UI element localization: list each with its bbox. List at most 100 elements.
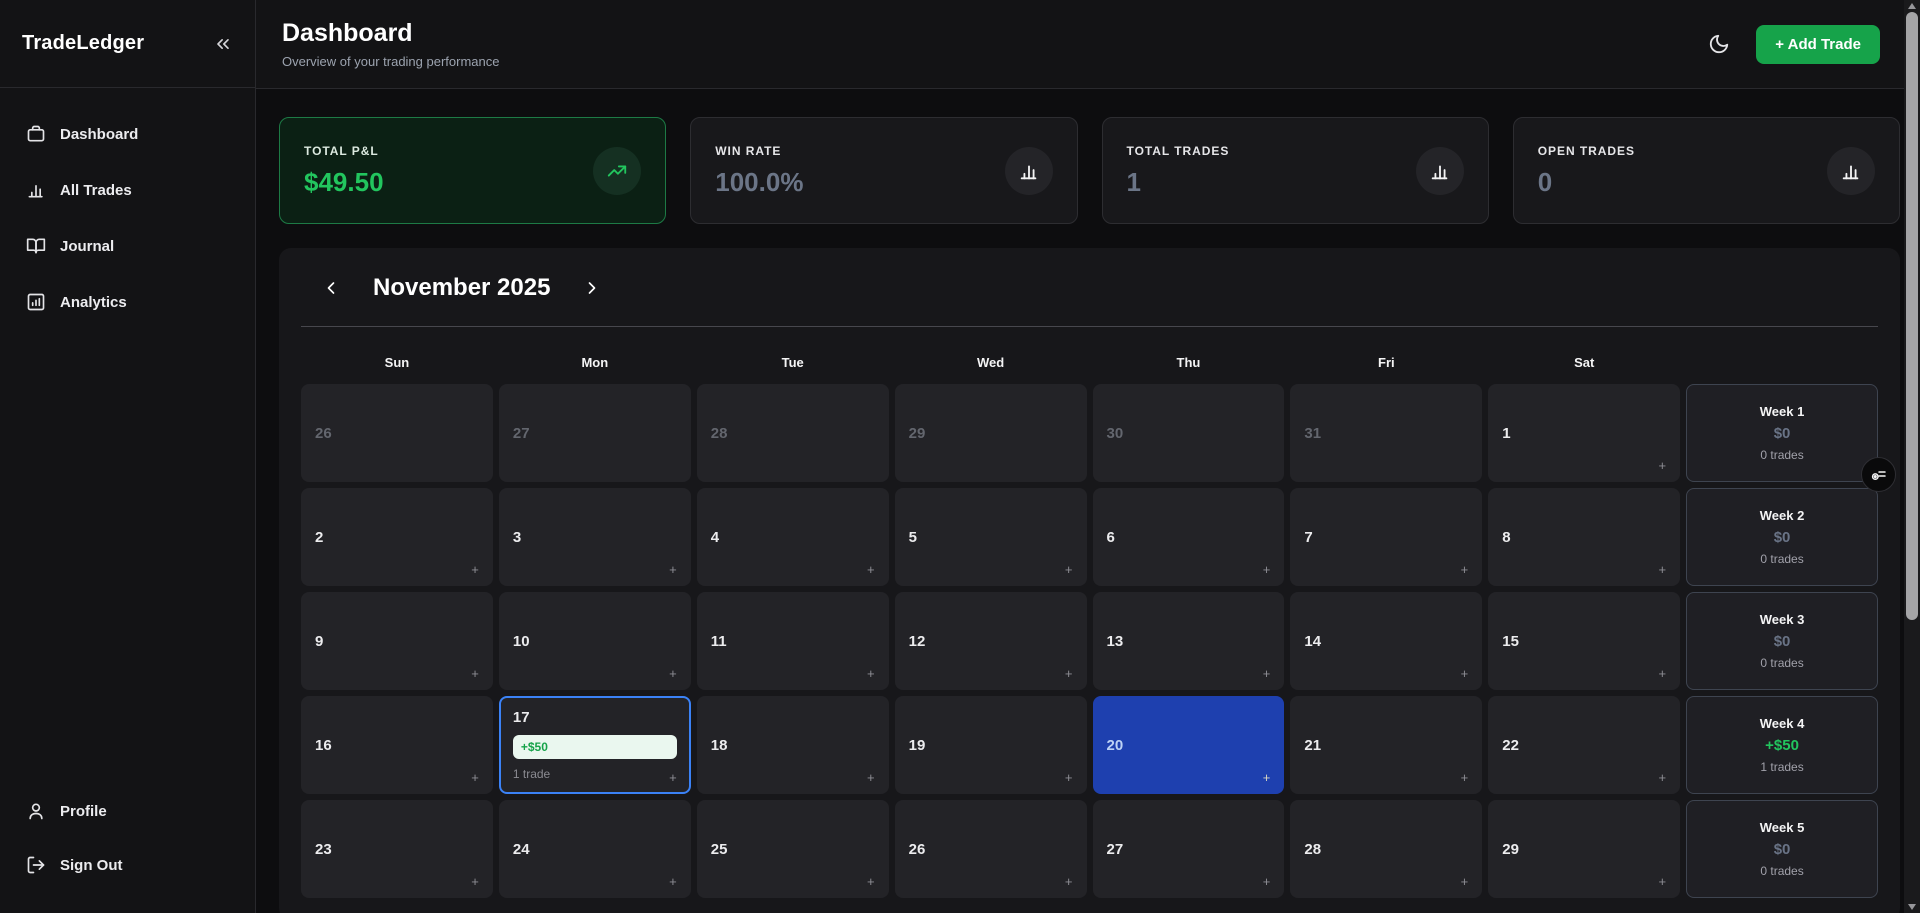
- calendar-day-20[interactable]: 20+: [1093, 696, 1285, 794]
- day-number: 16: [315, 737, 479, 754]
- add-trade-plus-icon[interactable]: +: [1263, 874, 1271, 889]
- add-trade-plus-icon[interactable]: +: [471, 562, 479, 577]
- calendar-week-row: 2627282930311+Week 1$00 trades: [301, 384, 1878, 482]
- add-trade-plus-icon[interactable]: +: [867, 666, 875, 681]
- calendar-day-6[interactable]: 6+: [1093, 488, 1285, 586]
- calendar-day-1[interactable]: 1+: [1488, 384, 1680, 482]
- sidebar-item-label: Sign Out: [60, 857, 123, 874]
- prev-month-button[interactable]: [317, 274, 345, 302]
- calendar-day-8[interactable]: 8+: [1488, 488, 1680, 586]
- add-trade-button[interactable]: + Add Trade: [1756, 25, 1880, 64]
- calendar-day-26-outside[interactable]: 26: [301, 384, 493, 482]
- add-trade-plus-icon[interactable]: +: [669, 770, 677, 785]
- add-trade-plus-icon[interactable]: +: [867, 874, 875, 889]
- calendar-day-22[interactable]: 22+: [1488, 696, 1680, 794]
- add-trade-plus-icon[interactable]: +: [669, 562, 677, 577]
- add-trade-plus-icon[interactable]: +: [1659, 770, 1667, 785]
- add-trade-plus-icon[interactable]: +: [669, 666, 677, 681]
- calendar-day-16[interactable]: 16 +: [301, 696, 493, 794]
- add-trade-plus-icon[interactable]: +: [1065, 666, 1073, 681]
- add-trade-plus-icon[interactable]: +: [1461, 666, 1469, 681]
- floating-widget-button[interactable]: [1861, 457, 1896, 492]
- calendar-day-12[interactable]: 12+: [895, 592, 1087, 690]
- add-trade-plus-icon[interactable]: +: [1659, 458, 1667, 473]
- sidebar-item-journal[interactable]: Journal: [12, 224, 243, 268]
- calendar-day-11[interactable]: 11+: [697, 592, 889, 690]
- sidebar-header: TradeLedger: [0, 0, 255, 88]
- theme-toggle-button[interactable]: [1708, 33, 1730, 55]
- add-trade-plus-icon[interactable]: +: [669, 874, 677, 889]
- calendar-day-10[interactable]: 10 +: [499, 592, 691, 690]
- scroll-down-arrow-icon[interactable]: [1908, 904, 1916, 910]
- add-trade-plus-icon[interactable]: +: [471, 770, 479, 785]
- calendar-day-24[interactable]: 24+: [499, 800, 691, 898]
- calendar-day-26[interactable]: 26+: [895, 800, 1087, 898]
- add-trade-plus-icon[interactable]: +: [471, 874, 479, 889]
- weekday-label: Mon: [499, 355, 691, 370]
- add-trade-plus-icon[interactable]: +: [1659, 666, 1667, 681]
- add-trade-plus-icon[interactable]: +: [1065, 562, 1073, 577]
- calendar-day-19[interactable]: 19 +: [895, 696, 1087, 794]
- add-trade-plus-icon[interactable]: +: [1659, 562, 1667, 577]
- calendar-day-13[interactable]: 13+: [1093, 592, 1285, 690]
- day-number: 27: [513, 425, 677, 442]
- calendar-day-14[interactable]: 14+: [1290, 592, 1482, 690]
- add-trade-plus-icon[interactable]: +: [1461, 562, 1469, 577]
- calendar-day-2[interactable]: 2+: [301, 488, 493, 586]
- add-trade-plus-icon[interactable]: +: [1065, 770, 1073, 785]
- week-summary-trades: 0 trades: [1760, 552, 1803, 566]
- next-month-button[interactable]: [578, 274, 606, 302]
- week-summary-trades: 0 trades: [1760, 448, 1803, 462]
- calendar-month-label: November 2025: [373, 274, 550, 302]
- calendar-day-5[interactable]: 5+: [895, 488, 1087, 586]
- calendar-day-18[interactable]: 18+: [697, 696, 889, 794]
- add-trade-plus-icon[interactable]: +: [1263, 562, 1271, 577]
- collapse-sidebar-button[interactable]: [213, 34, 233, 54]
- day-number: 10: [513, 633, 677, 650]
- calendar-day-17[interactable]: 17+$501 trade+: [499, 696, 691, 794]
- day-number: 19: [909, 737, 1073, 754]
- calendar-day-21[interactable]: 21+: [1290, 696, 1482, 794]
- week-summary-trades: 1 trades: [1760, 760, 1803, 774]
- sidebar-item-analytics[interactable]: Analytics: [12, 280, 243, 324]
- day-number: 2: [315, 529, 479, 546]
- scroll-up-arrow-icon[interactable]: [1908, 3, 1916, 9]
- calendar-day-25[interactable]: 25+: [697, 800, 889, 898]
- calendar-day-30-outside[interactable]: 30: [1093, 384, 1285, 482]
- scrollbar[interactable]: [1904, 0, 1920, 913]
- calendar-day-7[interactable]: 7+: [1290, 488, 1482, 586]
- add-trade-plus-icon[interactable]: +: [471, 666, 479, 681]
- stat-value: 0: [1538, 167, 1635, 198]
- sidebar-item-all-trades[interactable]: All Trades: [12, 168, 243, 212]
- sidebar-item-dashboard[interactable]: Dashboard: [12, 112, 243, 156]
- calendar-day-4[interactable]: 4+: [697, 488, 889, 586]
- add-trade-plus-icon[interactable]: +: [1263, 770, 1271, 785]
- scrollbar-thumb[interactable]: [1906, 12, 1918, 620]
- sidebar-item-profile[interactable]: Profile: [12, 789, 243, 833]
- calendar-day-29[interactable]: 29+: [1488, 800, 1680, 898]
- calendar-day-23[interactable]: 23+: [301, 800, 493, 898]
- bar-chart-icon: [1827, 147, 1875, 195]
- sign-out-icon: [26, 855, 46, 875]
- add-trade-plus-icon[interactable]: +: [1065, 874, 1073, 889]
- sidebar-item-sign-out[interactable]: Sign Out: [12, 843, 243, 887]
- calendar-day-28-outside[interactable]: 28: [697, 384, 889, 482]
- calendar-day-15[interactable]: 15+: [1488, 592, 1680, 690]
- add-trade-plus-icon[interactable]: +: [867, 770, 875, 785]
- bar-chart-icon: [26, 180, 46, 200]
- add-trade-plus-icon[interactable]: +: [1263, 666, 1271, 681]
- week-summary-pnl: $0: [1774, 633, 1791, 650]
- add-trade-plus-icon[interactable]: +: [867, 562, 875, 577]
- add-trade-plus-icon[interactable]: +: [1659, 874, 1667, 889]
- calendar-day-29-outside[interactable]: 29: [895, 384, 1087, 482]
- calendar-day-31-outside[interactable]: 31: [1290, 384, 1482, 482]
- book-open-icon: [26, 236, 46, 256]
- add-trade-plus-icon[interactable]: +: [1461, 874, 1469, 889]
- calendar-day-28[interactable]: 28+: [1290, 800, 1482, 898]
- calendar-day-27-outside[interactable]: 27: [499, 384, 691, 482]
- calendar-day-9[interactable]: 9+: [301, 592, 493, 690]
- calendar-day-27[interactable]: 27+: [1093, 800, 1285, 898]
- calendar-day-3[interactable]: 3+: [499, 488, 691, 586]
- add-trade-plus-icon[interactable]: +: [1461, 770, 1469, 785]
- sidebar-footer-nav: Profile Sign Out: [0, 777, 255, 913]
